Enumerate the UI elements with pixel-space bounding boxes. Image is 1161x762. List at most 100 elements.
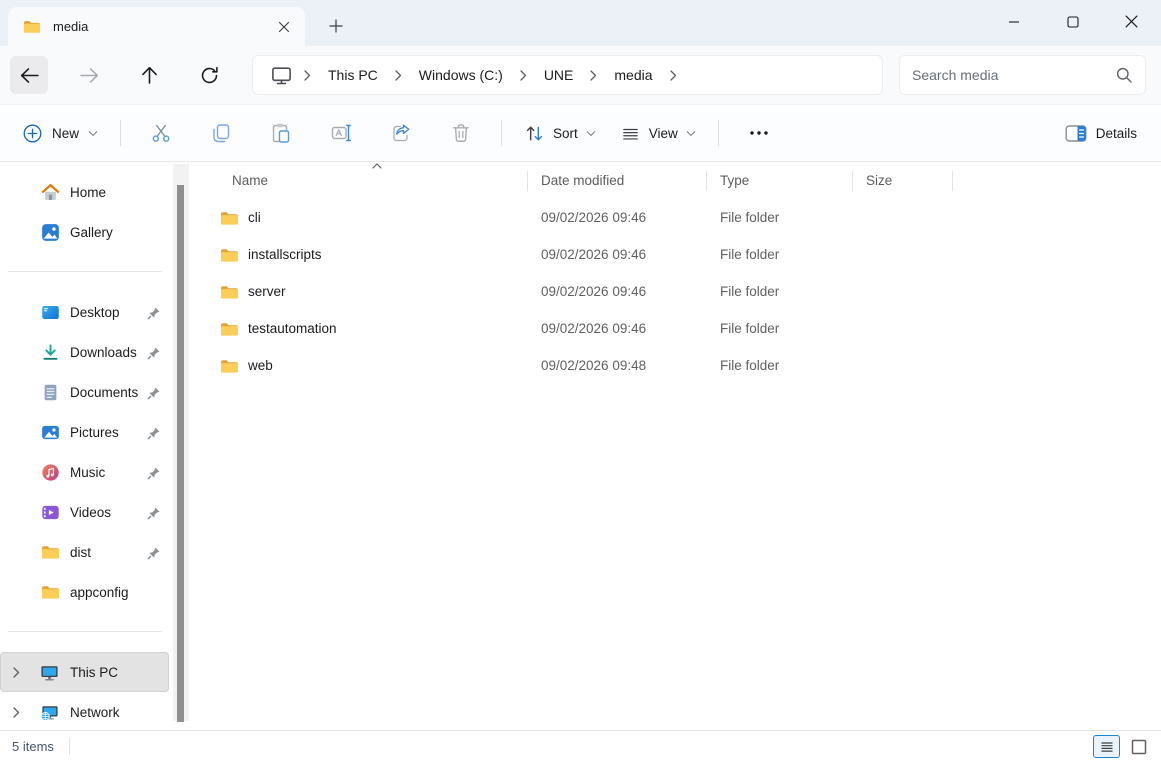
file-row-cli[interactable]: cli 09/02/2026 09:46 File folder xyxy=(190,199,1161,236)
breadcrumb-chevron[interactable] xyxy=(664,70,683,81)
maximize-icon xyxy=(1067,16,1079,28)
delete-button[interactable] xyxy=(439,114,483,152)
folder-icon xyxy=(41,584,60,600)
refresh-button[interactable] xyxy=(190,56,228,94)
sidebar-item-dist[interactable]: dist xyxy=(0,532,169,572)
expand-chevron-icon[interactable] xyxy=(13,707,31,718)
new-button[interactable]: New xyxy=(16,114,110,152)
videos-icon xyxy=(41,503,60,522)
file-date-modified: 09/02/2026 09:46 xyxy=(528,284,707,299)
breadcrumb-item-media[interactable]: media xyxy=(605,62,661,88)
file-date-modified: 09/02/2026 09:46 xyxy=(528,247,707,262)
command-bar: New Sort xyxy=(0,105,1161,162)
breadcrumb-chevron[interactable] xyxy=(514,70,533,81)
share-button[interactable] xyxy=(379,114,423,152)
file-list-header: Name Date modified Type Size xyxy=(190,162,1161,199)
sidebar-item-appconfig[interactable]: appconfig xyxy=(0,572,169,612)
sidebar-item-music[interactable]: Music xyxy=(0,452,169,492)
sidebar-item-label: Gallery xyxy=(70,225,113,240)
sidebar-item-gallery[interactable]: Gallery xyxy=(0,212,169,252)
more-icon xyxy=(749,130,769,136)
file-name: testautomation xyxy=(248,321,337,336)
cut-button[interactable] xyxy=(139,114,183,152)
paste-button[interactable] xyxy=(259,114,303,152)
breadcrumb-chevron[interactable] xyxy=(389,70,408,81)
column-header-type[interactable]: Type xyxy=(707,162,853,199)
file-row-testautomation[interactable]: testautomation 09/02/2026 09:46 File fol… xyxy=(190,310,1161,347)
breadcrumb-item-une[interactable]: UNE xyxy=(535,62,583,88)
copy-button[interactable] xyxy=(199,114,243,152)
sidebar-item-desktop[interactable]: Desktop xyxy=(0,292,169,332)
file-type: File folder xyxy=(707,284,853,299)
sidebar-scrollbar-thumb[interactable] xyxy=(177,185,184,722)
view-button-label: View xyxy=(649,126,678,141)
file-date-modified: 09/02/2026 09:46 xyxy=(528,321,707,336)
expand-chevron-icon[interactable] xyxy=(13,667,31,678)
sidebar-item-label: Network xyxy=(70,705,120,720)
close-button[interactable] xyxy=(1102,0,1161,43)
music-icon xyxy=(41,463,60,482)
sidebar: Home Gallery Desktop Downloads xyxy=(0,162,190,730)
search-icon[interactable] xyxy=(1115,66,1133,84)
file-row-installscripts[interactable]: installscripts 09/02/2026 09:46 File fol… xyxy=(190,236,1161,273)
column-header-date-modified[interactable]: Date modified xyxy=(528,162,707,199)
folder-icon xyxy=(220,358,239,374)
breadcrumb-chevron[interactable] xyxy=(298,70,317,81)
sidebar-item-documents[interactable]: Documents xyxy=(0,372,169,412)
details-view-toggle[interactable] xyxy=(1093,735,1120,758)
file-name: cli xyxy=(248,210,261,225)
sort-button[interactable]: Sort xyxy=(512,114,608,152)
breadcrumb-item-this-pc[interactable]: This PC xyxy=(319,62,387,88)
maximize-button[interactable] xyxy=(1043,0,1102,43)
new-tab-button[interactable] xyxy=(321,11,351,41)
search-input[interactable] xyxy=(912,67,1115,83)
sidebar-item-network[interactable]: Network xyxy=(0,692,169,732)
downloads-icon xyxy=(41,343,60,362)
sidebar-item-label: Pictures xyxy=(70,425,119,440)
rename-icon xyxy=(330,122,352,144)
chevron-down-icon xyxy=(686,130,696,137)
window-controls xyxy=(984,0,1161,43)
this-pc-monitor-icon[interactable] xyxy=(263,66,296,85)
thumbnails-view-icon xyxy=(1131,739,1147,755)
sidebar-item-this-pc[interactable]: This PC xyxy=(0,652,169,692)
sidebar-item-downloads[interactable]: Downloads xyxy=(0,332,169,372)
back-button[interactable] xyxy=(10,56,48,94)
file-row-web[interactable]: web 09/02/2026 09:48 File folder xyxy=(190,347,1161,384)
rename-button[interactable] xyxy=(319,114,363,152)
thumbnails-view-toggle[interactable] xyxy=(1129,737,1149,757)
sidebar-item-home[interactable]: Home xyxy=(0,172,169,212)
sidebar-item-label: Music xyxy=(70,465,105,480)
toolbar-icon-group xyxy=(131,114,491,152)
folder-icon xyxy=(220,321,239,337)
tab-label: media xyxy=(53,19,271,34)
tab-close-icon[interactable] xyxy=(271,14,297,40)
sidebar-item-label: This PC xyxy=(70,665,118,680)
column-header-name[interactable]: Name xyxy=(210,162,528,199)
view-toggles xyxy=(1093,735,1149,758)
forward-button[interactable] xyxy=(70,56,108,94)
details-pane-button[interactable]: Details xyxy=(1055,114,1147,152)
cut-icon xyxy=(150,122,172,144)
sidebar-item-label: dist xyxy=(70,545,91,560)
file-name: web xyxy=(248,358,273,373)
sidebar-item-pictures[interactable]: Pictures xyxy=(0,412,169,452)
breadcrumb-item-windows-c[interactable]: Windows (C:) xyxy=(410,62,512,88)
more-options-button[interactable] xyxy=(737,114,781,152)
view-button[interactable]: View xyxy=(608,114,708,152)
file-date-modified: 09/02/2026 09:48 xyxy=(528,358,707,373)
file-row-server[interactable]: server 09/02/2026 09:46 File folder xyxy=(190,273,1161,310)
file-explorer-window: media xyxy=(0,0,1161,762)
column-header-size[interactable]: Size xyxy=(853,162,953,199)
breadcrumb-chevron[interactable] xyxy=(584,70,603,81)
file-date-modified: 09/02/2026 09:46 xyxy=(528,210,707,225)
file-type: File folder xyxy=(707,321,853,336)
up-button[interactable] xyxy=(130,56,168,94)
copy-icon xyxy=(210,122,232,144)
sidebar-scrollbar-track[interactable] xyxy=(173,164,189,721)
minimize-button[interactable] xyxy=(984,0,1043,43)
gallery-icon xyxy=(41,223,60,242)
tab-media[interactable]: media xyxy=(8,7,305,46)
folder-icon xyxy=(23,19,41,34)
sidebar-item-videos[interactable]: Videos xyxy=(0,492,169,532)
